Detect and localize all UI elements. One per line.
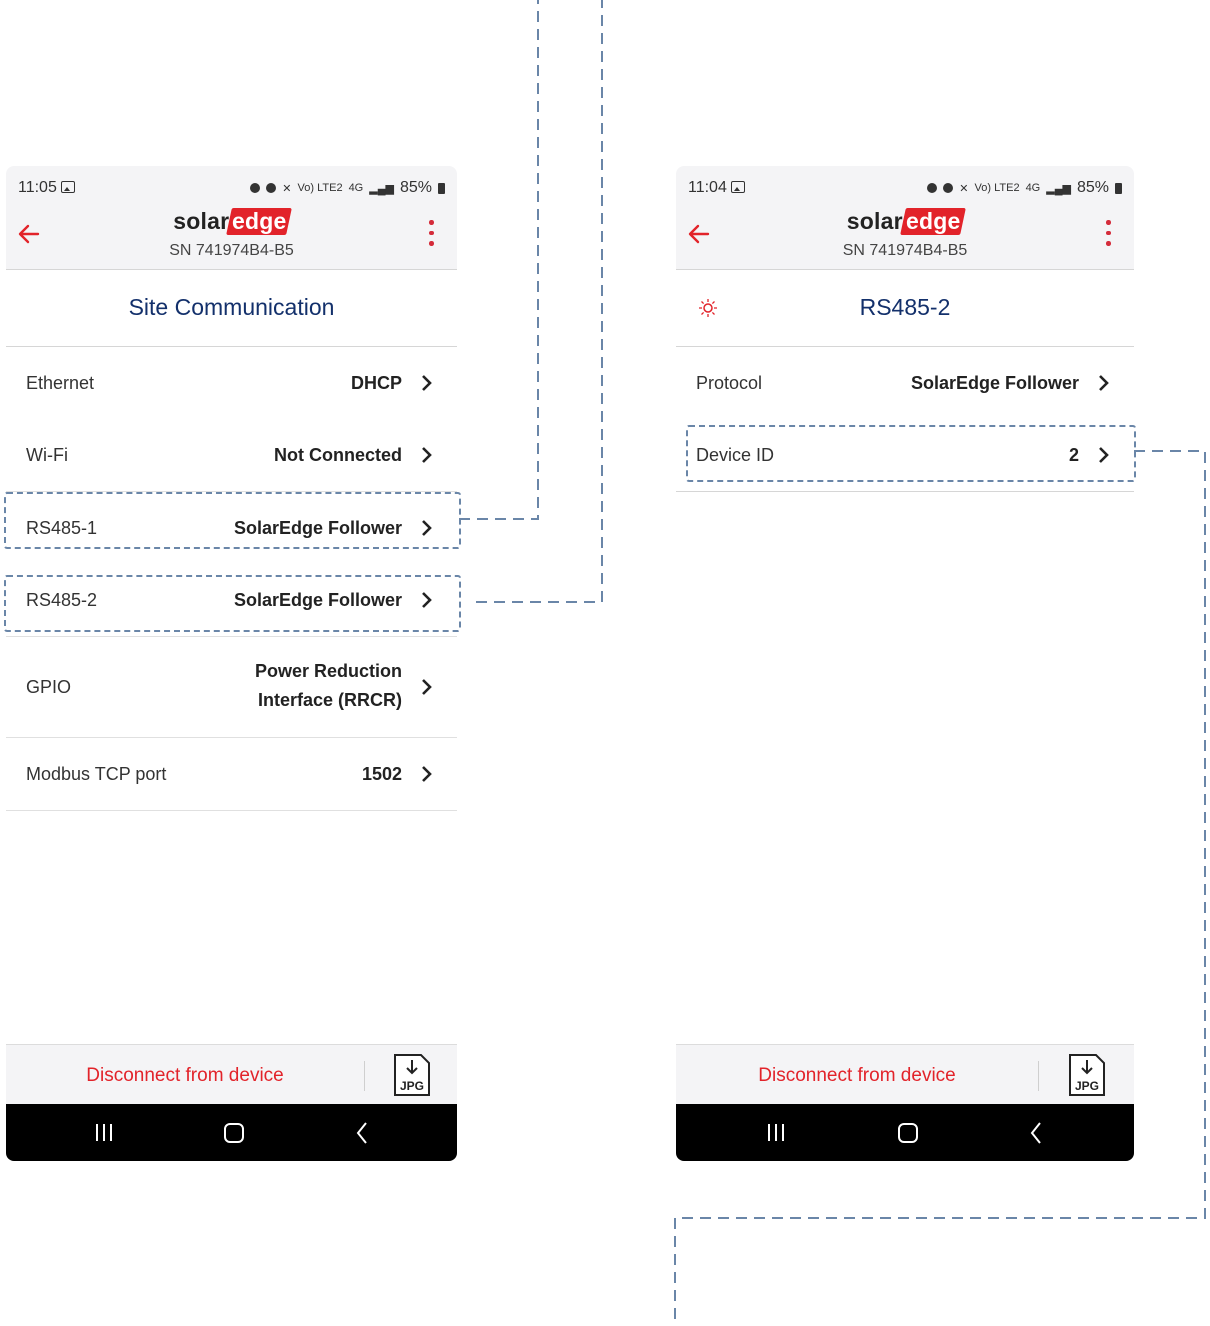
phone-screen-site-communication: 11:05 ✕ Vo) LTE2 4G ▂▄▆ 85% solar edge SN… xyxy=(6,166,457,1161)
chevron-right-icon xyxy=(1099,375,1109,391)
connector-rs485-1 xyxy=(459,0,539,520)
status-time: 11:05 xyxy=(18,179,57,196)
jpg-download-icon[interactable]: JPG xyxy=(393,1053,431,1097)
connector-rs485-2 xyxy=(476,0,603,603)
status-bar: 11:04 ✕ Vo) LTE2 4G ▂▄▆ 85% xyxy=(676,166,1134,206)
row-value: Power Reduction Interface (RRCR) xyxy=(254,661,402,710)
android-nav-bar xyxy=(676,1104,1134,1161)
recents-icon[interactable] xyxy=(766,1120,796,1146)
solaredge-logo: solar edge xyxy=(676,208,1134,235)
row-label: Modbus TCP port xyxy=(26,764,167,784)
list-item-protocol[interactable]: Protocol SolarEdge Follower xyxy=(676,347,1134,420)
mute-icon: ✕ xyxy=(282,182,292,195)
battery-level: 85% xyxy=(1076,179,1109,196)
row-value: Not Connected xyxy=(274,445,402,465)
chevron-right-icon xyxy=(422,375,432,391)
solaredge-logo: solar edge xyxy=(6,208,457,235)
chevron-right-icon xyxy=(422,679,432,695)
chevron-right-icon xyxy=(422,766,432,782)
highlight-rs485-2 xyxy=(4,575,461,632)
signal-icon: ▂▄▆ xyxy=(369,182,394,195)
row-value: SolarEdge Follower xyxy=(910,373,1079,393)
home-icon[interactable] xyxy=(898,1123,918,1143)
page-title: Site Communication xyxy=(6,270,457,347)
app-header: solar edge SN 741974B4-B5 xyxy=(676,206,1134,270)
list-item-gpio[interactable]: GPIO Power Reduction Interface (RRCR) xyxy=(6,637,457,738)
list-item-wifi[interactable]: Wi-Fi Not Connected xyxy=(6,419,457,492)
row-label: Protocol xyxy=(696,373,763,393)
footer-bar: Disconnect from device JPG xyxy=(6,1044,457,1105)
list-item-modbus-tcp-port[interactable]: Modbus TCP port 1502 xyxy=(6,738,457,811)
battery-icon xyxy=(438,182,445,194)
gallery-icon xyxy=(60,181,75,193)
home-icon[interactable] xyxy=(224,1123,244,1143)
back-nav-icon[interactable] xyxy=(1028,1120,1058,1146)
row-value: DHCP xyxy=(350,373,402,393)
footer-divider xyxy=(1038,1061,1039,1091)
chevron-right-icon xyxy=(422,447,432,463)
row-label: Ethernet xyxy=(26,373,95,393)
status-bar: 11:05 ✕ Vo) LTE2 4G ▂▄▆ 85% xyxy=(6,166,457,206)
lte-label: Vo) LTE2 xyxy=(297,182,343,194)
more-options-icon[interactable] xyxy=(1106,220,1112,250)
lte-label: Vo) LTE2 xyxy=(974,182,1020,194)
status-time: 11:04 xyxy=(688,179,727,196)
row-label: Wi-Fi xyxy=(26,445,68,465)
signal-icon: ▂▄▆ xyxy=(1046,182,1071,195)
serial-number: SN 741974B4-B5 xyxy=(169,242,294,259)
svg-text:JPG: JPG xyxy=(400,1079,424,1093)
lock-icon xyxy=(927,183,938,193)
jpg-download-icon[interactable]: JPG xyxy=(1068,1053,1106,1097)
network-label: 4G xyxy=(1025,182,1041,194)
phone-screen-rs485-2: 11:04 ✕ Vo) LTE2 4G ▂▄▆ 85% solar edge SN… xyxy=(676,166,1134,1161)
alarm-icon xyxy=(266,183,277,193)
recents-icon[interactable] xyxy=(94,1120,124,1146)
footer-bar: Disconnect from device JPG xyxy=(676,1044,1134,1105)
network-label: 4G xyxy=(348,182,364,194)
battery-level: 85% xyxy=(399,179,432,196)
battery-icon xyxy=(1115,182,1122,194)
highlight-rs485-1 xyxy=(4,492,461,549)
footer-divider xyxy=(364,1061,365,1091)
row-value: 1502 xyxy=(361,764,402,784)
alarm-icon xyxy=(943,183,954,193)
serial-number: SN 741974B4-B5 xyxy=(842,242,968,259)
mute-icon: ✕ xyxy=(959,182,969,195)
more-options-icon[interactable] xyxy=(429,220,435,250)
android-nav-bar xyxy=(6,1104,457,1161)
lock-icon xyxy=(250,183,261,193)
row-label: GPIO xyxy=(26,677,72,697)
gallery-icon xyxy=(730,181,745,193)
back-nav-icon[interactable] xyxy=(354,1120,384,1146)
disconnect-button[interactable]: Disconnect from device xyxy=(676,1045,1038,1107)
page-title-text: RS485-2 xyxy=(859,294,951,320)
list-item-ethernet[interactable]: Ethernet DHCP xyxy=(6,347,457,420)
app-header: solar edge SN 741974B4-B5 xyxy=(6,206,457,270)
svg-text:JPG: JPG xyxy=(1075,1079,1099,1093)
highlight-device-id xyxy=(686,425,1136,482)
page-title: RS485-2 xyxy=(676,270,1134,347)
status-sun-icon xyxy=(699,299,717,317)
disconnect-button[interactable]: Disconnect from device xyxy=(6,1045,364,1107)
